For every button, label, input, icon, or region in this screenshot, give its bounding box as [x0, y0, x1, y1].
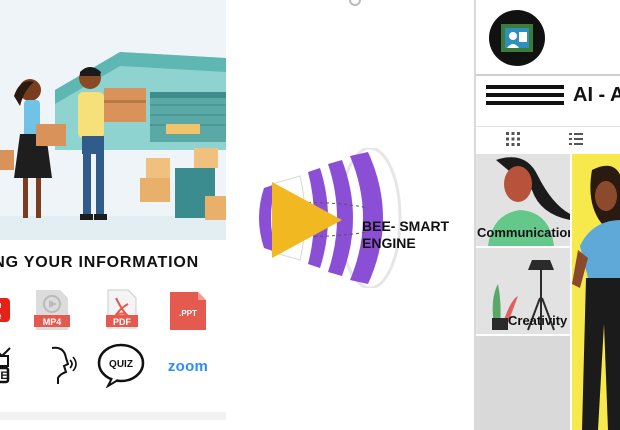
engine-label-line2: ENGINE [362, 235, 416, 251]
grid-view-icon[interactable] [505, 131, 521, 147]
avatar[interactable] [489, 10, 545, 66]
svg-text:.PPT: .PPT [179, 309, 197, 318]
grid-cell-empty[interactable] [476, 336, 570, 430]
quiz-icon[interactable]: QUIZ [96, 342, 146, 388]
cell-label-creativity: Creativity [508, 313, 568, 328]
hamburger-menu-icon[interactable] [486, 85, 564, 107]
connector-dot [349, 0, 361, 6]
live-icon[interactable]: VE [0, 344, 20, 386]
svg-text:VE: VE [0, 370, 8, 382]
caption-heading: ING YOUR INFORMATION [0, 254, 199, 271]
person-illustration [572, 165, 620, 430]
list-view-icon[interactable] [568, 131, 584, 147]
left-panel: ING YOUR INFORMATION u be MP4 PDF .PPT [0, 0, 226, 420]
svg-text:MP4: MP4 [43, 317, 62, 327]
svg-text:u: u [0, 300, 2, 310]
panel-bottom-strip [0, 412, 226, 420]
voice-icon[interactable] [44, 344, 80, 386]
engine-label: BEE- SMART ENGINE [362, 218, 449, 252]
cell-label-communication: Communication [477, 225, 570, 240]
svg-text:be: be [0, 311, 2, 321]
warehouse-illustration [0, 52, 226, 240]
engine-label-line1: BEE- SMART [362, 218, 450, 234]
youtube-icon[interactable]: u be [0, 292, 16, 328]
grid-cell-person[interactable] [572, 154, 620, 430]
phone-mockup: AI - A Communication Creativity [474, 0, 620, 430]
grid-cell-creativity[interactable]: Creativity [476, 248, 570, 334]
mp4-file-icon[interactable]: MP4 [32, 288, 72, 332]
app-title: AI - A [573, 84, 620, 106]
grid-cell-communication[interactable]: Communication [476, 154, 570, 246]
svg-text:QUIZ: QUIZ [109, 359, 133, 370]
ppt-file-icon[interactable]: .PPT [168, 290, 208, 332]
view-tabs [476, 126, 620, 152]
svg-text:PDF: PDF [113, 317, 132, 327]
hero-illustration [0, 0, 226, 240]
zoom-logo[interactable]: zoom [160, 356, 216, 376]
presentation-icon [501, 24, 533, 52]
header-divider [476, 74, 620, 76]
pdf-file-icon[interactable]: PDF [104, 288, 140, 332]
